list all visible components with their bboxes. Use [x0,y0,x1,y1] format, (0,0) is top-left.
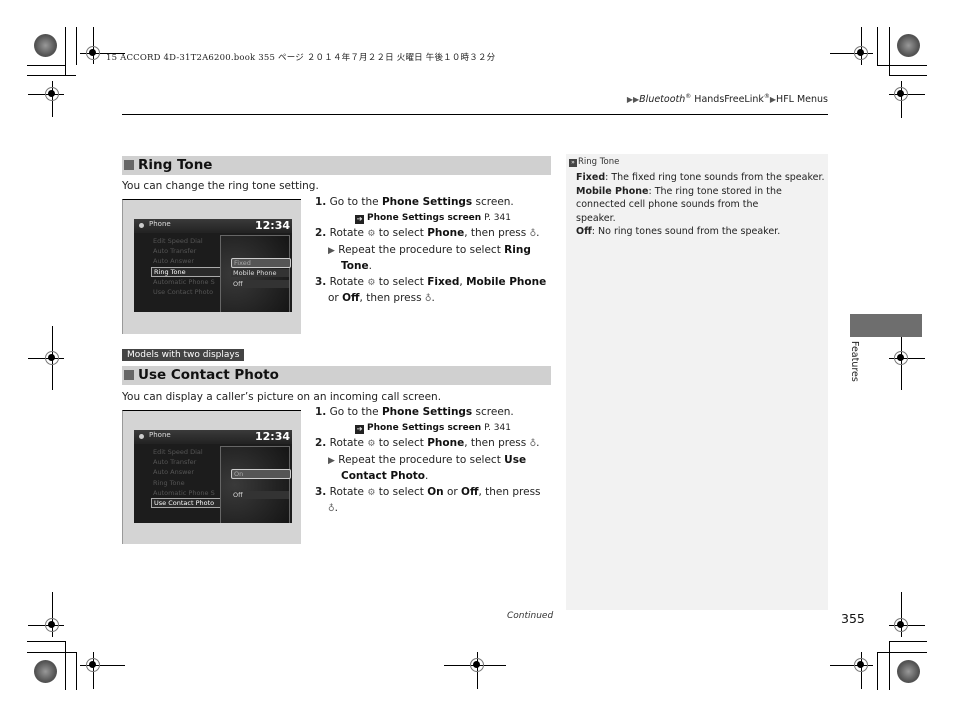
section-intro: You can change the ring tone setting. [122,180,319,192]
chapter-tab-label: Features [849,341,860,382]
section-heading-use-contact-photo: Use Contact Photo [122,366,551,385]
options-popup: On Off [220,446,291,523]
option: Off [231,491,289,499]
crop-mark [877,652,927,653]
sidebar-entry: Mobile Phone: The ring tone stored in th… [576,185,782,224]
step-3: 3. Rotate ⚙ to select Fixed, Mobile Phon… [315,275,546,292]
phone-screen: Phone 12:34 Edit Speed Dial Auto Transfe… [134,219,292,312]
section-heading-ring-tone: Ring Tone [122,156,551,175]
press-dial-icon: ♁ [328,504,335,514]
phone-screen: Phone 12:34 Edit Speed Dial Auto Transfe… [134,430,292,523]
crop-mark [27,641,65,642]
option-selected: Fixed [231,258,291,268]
section-square-icon [124,160,134,170]
screenshot-ring-tone: Phone 12:34 Edit Speed Dial Auto Transfe… [122,199,301,334]
option: Off [231,280,289,288]
registration-disc-top-right [897,34,920,57]
crop-mark [65,641,66,690]
section-square-icon [124,370,134,380]
breadcrumb-handsfreelink: HandsFreeLink [691,94,764,106]
cross-reference-icon: ➔ [355,424,364,434]
cross-reference-icon: ➔ [355,214,364,224]
crop-mark [889,27,890,75]
crop-mark [889,75,927,76]
crop-mark [877,652,878,690]
step-2: 2. Rotate ⚙ to select Phone, then press … [315,436,541,453]
step-2: 2. Rotate ⚙ to select Phone, then press … [315,226,546,243]
screen-clock: 12:34 [254,219,290,232]
arrow-icon: ▶ [328,455,335,466]
screen-clock: 12:34 [254,430,290,443]
screenshot-use-contact-photo: Phone 12:34 Edit Speed Dial Auto Transfe… [122,410,301,544]
crop-mark [877,65,927,66]
steps-ring-tone: 1. Go to the Phone Settings screen. ➔ Pho… [315,195,546,308]
press-dial-icon: ♁ [529,439,537,449]
page-number: 355 [841,611,865,626]
continued-label: Continued [507,611,554,621]
steps-use-contact-photo: 1. Go to the Phone Settings screen. ➔ Pho… [315,405,541,518]
step-1: 1. Go to the Phone Settings screen. [315,196,514,208]
section-intro: You can display a caller’s picture on an… [122,391,442,403]
phone-icon [139,434,144,439]
sidebar-entry: Off: No ring tones sound from the speake… [576,226,781,238]
step-3: 3. Rotate ⚙ to select On or Off, then pr… [315,485,541,502]
step-2-sub: ▶ Repeat the procedure to select Ring [328,243,531,256]
options-popup: Fixed Mobile Phone Off [220,235,291,312]
header-rule [122,114,828,115]
sidebar-body: Fixed: The fixed ring tone sounds from t… [576,171,826,239]
chapter-tab [850,314,922,337]
breadcrumb-bluetooth: Bluetooth [639,94,686,106]
sidebar-note: » Ring Tone Fixed: The fixed ring tone so… [566,154,828,610]
crop-mark [65,27,66,75]
breadcrumb-arrow-icon: ▶▶ [626,95,640,105]
cross-reference-link[interactable]: ➔ Phone Settings screen P. 341 [315,421,541,437]
crop-mark [27,652,76,653]
crop-mark [27,75,76,76]
registration-disc-top-left [34,34,57,57]
breadcrumb-hfl-menus: HFL Menus [776,94,828,106]
crop-mark [27,65,65,66]
crop-mark [76,27,77,65]
step-1: 1. Go to the Phone Settings screen. [315,406,514,418]
registration-disc-bottom-right [897,660,920,683]
press-dial-icon: ♁ [529,229,537,239]
models-badge: Models with two displays [122,349,245,361]
phone-icon [139,223,144,228]
sidebar-title: » Ring Tone [569,157,619,167]
cross-reference-link[interactable]: ➔ Phone Settings screen P. 341 [315,211,546,227]
crop-mark [76,652,77,690]
crop-mark [889,641,890,690]
breadcrumb: ▶▶Bluetooth® HandsFreeLink®▶HFL Menus [626,93,828,106]
option-selected: On [231,469,291,479]
press-dial-icon: ♁ [424,294,432,304]
arrow-icon: ▶ [328,245,335,256]
crop-mark [877,27,878,65]
step-2-sub: ▶ Repeat the procedure to select Use [328,453,527,466]
sidebar-entry: Fixed: The fixed ring tone sounds from t… [576,172,825,183]
option: Mobile Phone [231,269,289,277]
print-header: 15 ACCORD 4D-31T2A6200.book 355 ページ ２０１４… [106,53,496,63]
reference-icon: » [569,159,577,167]
registration-disc-bottom-left [34,660,57,683]
crop-mark [889,641,927,642]
